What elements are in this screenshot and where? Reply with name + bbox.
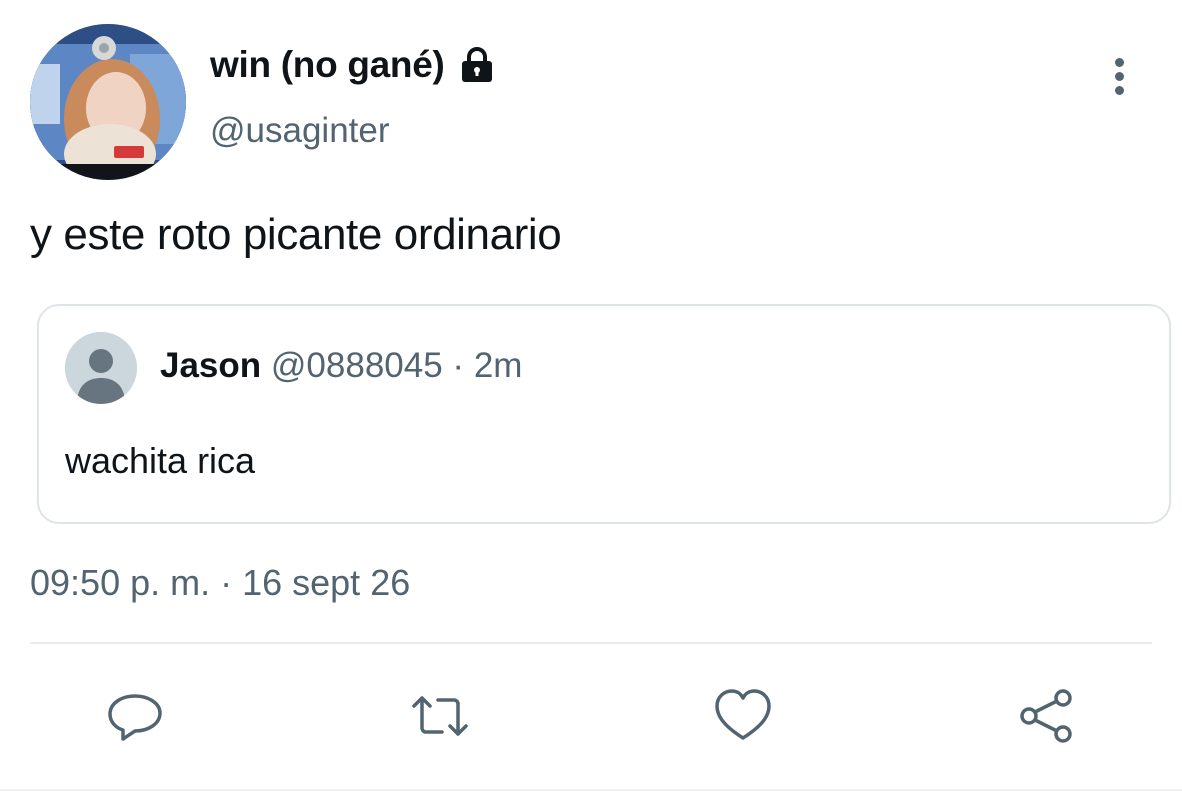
more-options-button[interactable] xyxy=(1100,52,1138,100)
more-dot-icon xyxy=(1114,71,1124,81)
author-handle[interactable]: @usaginter xyxy=(210,111,390,151)
lock-icon xyxy=(457,45,497,85)
reply-button[interactable] xyxy=(105,686,165,746)
divider xyxy=(30,642,1152,644)
author-avatar[interactable] xyxy=(30,24,186,180)
like-button[interactable] xyxy=(713,686,773,746)
quoted-tweet-age: 2m xyxy=(473,346,523,385)
quoted-tweet-header: Jason @0888045 · 2m xyxy=(160,346,522,386)
quoted-tweet-card[interactable]: Jason @0888045 · 2m wachita rica xyxy=(37,304,1171,524)
quoted-author-name: Jason xyxy=(160,346,262,385)
share-icon xyxy=(1020,689,1072,743)
more-dot-icon xyxy=(1114,85,1124,95)
heart-icon xyxy=(715,689,771,740)
more-dot-icon xyxy=(1114,57,1124,67)
separator-dot: · xyxy=(452,346,465,385)
profile-photo xyxy=(30,24,186,180)
reply-icon xyxy=(108,694,162,741)
quoted-tweet-text: wachita rica xyxy=(65,440,256,481)
display-name-text: win (no gané) xyxy=(210,44,445,85)
retweet-button[interactable] xyxy=(410,686,470,746)
default-avatar-icon[interactable] xyxy=(65,332,137,404)
bottom-divider xyxy=(0,789,1182,791)
tweet-timestamp[interactable]: 09:50 p. m. · 16 sept 26 xyxy=(30,562,410,604)
share-button[interactable] xyxy=(1017,686,1077,746)
retweet-icon xyxy=(412,696,468,736)
quoted-author-handle: @0888045 xyxy=(270,346,443,385)
tweet-text: y este roto picante ordinario xyxy=(30,210,562,259)
author-display-name[interactable]: win (no gané) xyxy=(210,44,497,86)
